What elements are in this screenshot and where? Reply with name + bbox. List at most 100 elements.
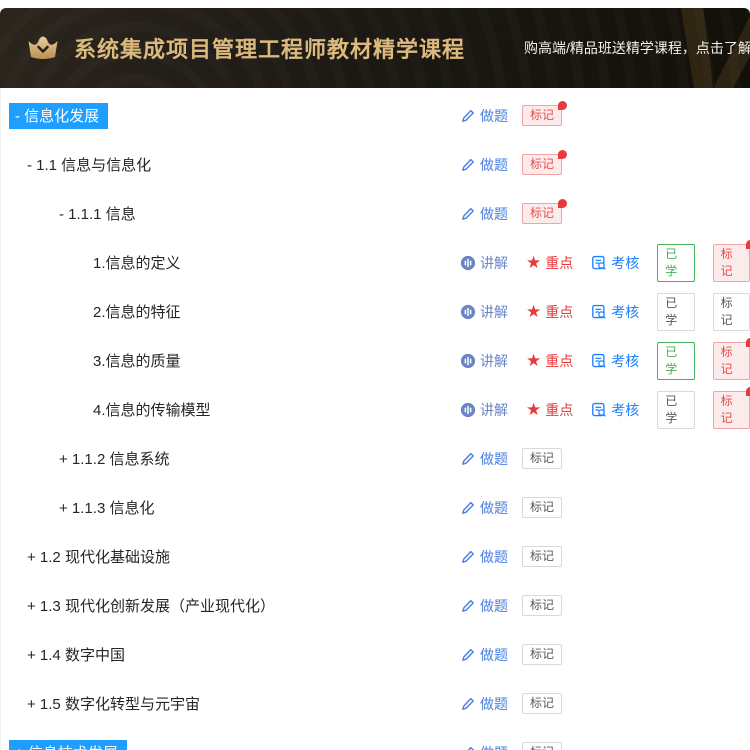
tree-node-label[interactable]: + 1.2 现代化基础设施 (27, 549, 170, 566)
mark-badge[interactable]: 标记 (522, 742, 562, 750)
tree-node: 2.信息的特征 (1, 301, 460, 322)
mark-badge[interactable]: 标记 (522, 644, 562, 665)
row-actions: 做题 标记 (460, 742, 750, 750)
learned-badge[interactable]: 已学 (657, 293, 694, 331)
pencil-icon (460, 745, 476, 750)
tree-node: 1.信息的定义 (1, 252, 460, 273)
course-outline-page: V 系统集成项目管理工程师教材精学课程 购高端/精品班送精学课程，点击了解 - … (0, 0, 750, 750)
explain-link[interactable]: 讲解 (460, 351, 508, 371)
pencil-icon (460, 206, 476, 222)
star-icon: ★ (526, 256, 541, 270)
mark-badge[interactable]: 标记 (522, 154, 562, 175)
mark-badge[interactable]: 标记 (522, 497, 562, 518)
do-questions-link[interactable]: 做题 (460, 449, 508, 469)
audit-doc-icon (591, 353, 607, 369)
tree-row: - 1.1 信息与信息化 做题标记 (1, 140, 750, 189)
learned-badge[interactable]: 已学 (657, 244, 694, 282)
tree-row: 3.信息的质量 讲解★重点考核已学标记 (1, 336, 750, 385)
tree-row: 1.信息的定义讲解★重点考核已学标记 (1, 238, 750, 287)
do-questions-link[interactable]: 做题 (460, 743, 508, 750)
tree-node-label[interactable]: 4.信息的传输模型 (93, 402, 211, 419)
row-actions: 做题标记 (460, 546, 750, 567)
explain-link[interactable]: 讲解 (460, 400, 508, 420)
tree-node: + 1.3 现代化创新发展（产业现代化） (1, 595, 460, 616)
learned-badge[interactable]: 已学 (657, 342, 694, 380)
assessment-link[interactable]: 考核 (591, 351, 639, 371)
row-actions: 讲解★重点考核已学标记 (460, 244, 750, 282)
tree-row: + 1.5 数字化转型与元宇宙 做题标记 (1, 679, 750, 728)
do-questions-link[interactable]: 做题 (460, 155, 508, 175)
tree-row: + 1.3 现代化创新发展（产业现代化） 做题标记 (1, 581, 750, 630)
do-questions-link[interactable]: 做题 (460, 547, 508, 567)
do-questions-link[interactable]: 做题 (460, 106, 508, 126)
tree-node: 3.信息的质量 (1, 350, 460, 371)
assessment-link[interactable]: 考核 (591, 253, 639, 273)
pin-icon (746, 240, 750, 249)
row-actions: 做题标记 (460, 693, 750, 714)
row-actions: 做题标记 (460, 203, 750, 224)
mark-badge[interactable]: 标记 (713, 244, 750, 282)
tree-node: + 1.4 数字中国 (1, 644, 460, 665)
pin-icon (746, 387, 750, 396)
row-actions: 做题标记 (460, 595, 750, 616)
audio-wave-icon (460, 255, 476, 271)
star-icon: ★ (526, 305, 541, 319)
pencil-icon (460, 549, 476, 565)
do-questions-link[interactable]: 做题 (460, 596, 508, 616)
row-actions: 做题标记 (460, 105, 750, 126)
pencil-icon (460, 157, 476, 173)
pencil-icon (460, 598, 476, 614)
assessment-link[interactable]: 考核 (591, 400, 639, 420)
audio-wave-icon (460, 353, 476, 369)
mark-badge[interactable]: 标记 (522, 546, 562, 567)
tree-node-label[interactable]: - 1.1.1 信息 (59, 206, 136, 223)
learned-badge[interactable]: 已学 (657, 391, 694, 429)
do-questions-link[interactable]: 做题 (460, 204, 508, 224)
mark-badge[interactable]: 标记 (713, 391, 750, 429)
mark-badge[interactable]: 标记 (522, 448, 562, 469)
pin-icon (558, 101, 567, 110)
tree-node-label[interactable]: + 1.4 数字中国 (27, 647, 125, 664)
tree-node-label[interactable]: + 1.1.2 信息系统 (59, 451, 169, 468)
tree-row: + 信息技术发展 做题 标记 (1, 728, 750, 750)
explain-link[interactable]: 讲解 (460, 302, 508, 322)
mark-badge[interactable]: 标记 (713, 342, 750, 380)
mark-badge[interactable]: 标记 (522, 105, 562, 126)
tree-node-label[interactable]: - 信息化发展 (9, 103, 108, 129)
tree-node: + 信息技术发展 (1, 740, 460, 750)
do-questions-link[interactable]: 做题 (460, 694, 508, 714)
star-icon: ★ (526, 403, 541, 417)
promo-banner-link[interactable]: 购高端/精品班送精学课程，点击了解 (524, 38, 750, 58)
page-title: 系统集成项目管理工程师教材精学课程 (74, 32, 465, 64)
tree-node-label[interactable]: 1.信息的定义 (93, 255, 181, 272)
row-actions: 讲解★重点考核已学标记 (460, 342, 750, 380)
do-questions-link[interactable]: 做题 (460, 645, 508, 665)
tree-node-label[interactable]: + 1.3 现代化创新发展（产业现代化） (27, 598, 275, 615)
pencil-icon (460, 500, 476, 516)
tree-node: 4.信息的传输模型 (1, 399, 460, 420)
audio-wave-icon (460, 402, 476, 418)
do-questions-link[interactable]: 做题 (460, 498, 508, 518)
row-actions: 做题标记 (460, 154, 750, 175)
tree-node: + 1.5 数字化转型与元宇宙 (1, 693, 460, 714)
course-tree: - 信息化发展做题标记- 1.1 信息与信息化做题标记- 1.1.1 信息做题标… (0, 88, 750, 750)
tree-node: + 1.1.3 信息化 (1, 497, 460, 518)
mark-badge[interactable]: 标记 (713, 293, 750, 331)
tree-node-label[interactable]: + 信息技术发展 (9, 740, 127, 750)
explain-link[interactable]: 讲解 (460, 253, 508, 273)
tree-row: + 1.1.2 信息系统 做题标记 (1, 434, 750, 483)
tree-node-label[interactable]: 2.信息的特征 (93, 304, 181, 321)
tree-node-label[interactable]: + 1.5 数字化转型与元宇宙 (27, 696, 200, 713)
tree-node-label[interactable]: 3.信息的质量 (93, 353, 181, 370)
tree-row: + 1.4 数字中国 做题标记 (1, 630, 750, 679)
mark-badge[interactable]: 标记 (522, 693, 562, 714)
pencil-icon (460, 451, 476, 467)
mark-badge[interactable]: 标记 (522, 595, 562, 616)
tree-node-label[interactable]: + 1.1.3 信息化 (59, 500, 154, 517)
assessment-link[interactable]: 考核 (591, 302, 639, 322)
tree-node: - 信息化发展 (1, 103, 460, 129)
tree-node-label[interactable]: - 1.1 信息与信息化 (27, 157, 151, 174)
audio-wave-icon (460, 304, 476, 320)
tree-row: + 1.2 现代化基础设施 做题标记 (1, 532, 750, 581)
mark-badge[interactable]: 标记 (522, 203, 562, 224)
